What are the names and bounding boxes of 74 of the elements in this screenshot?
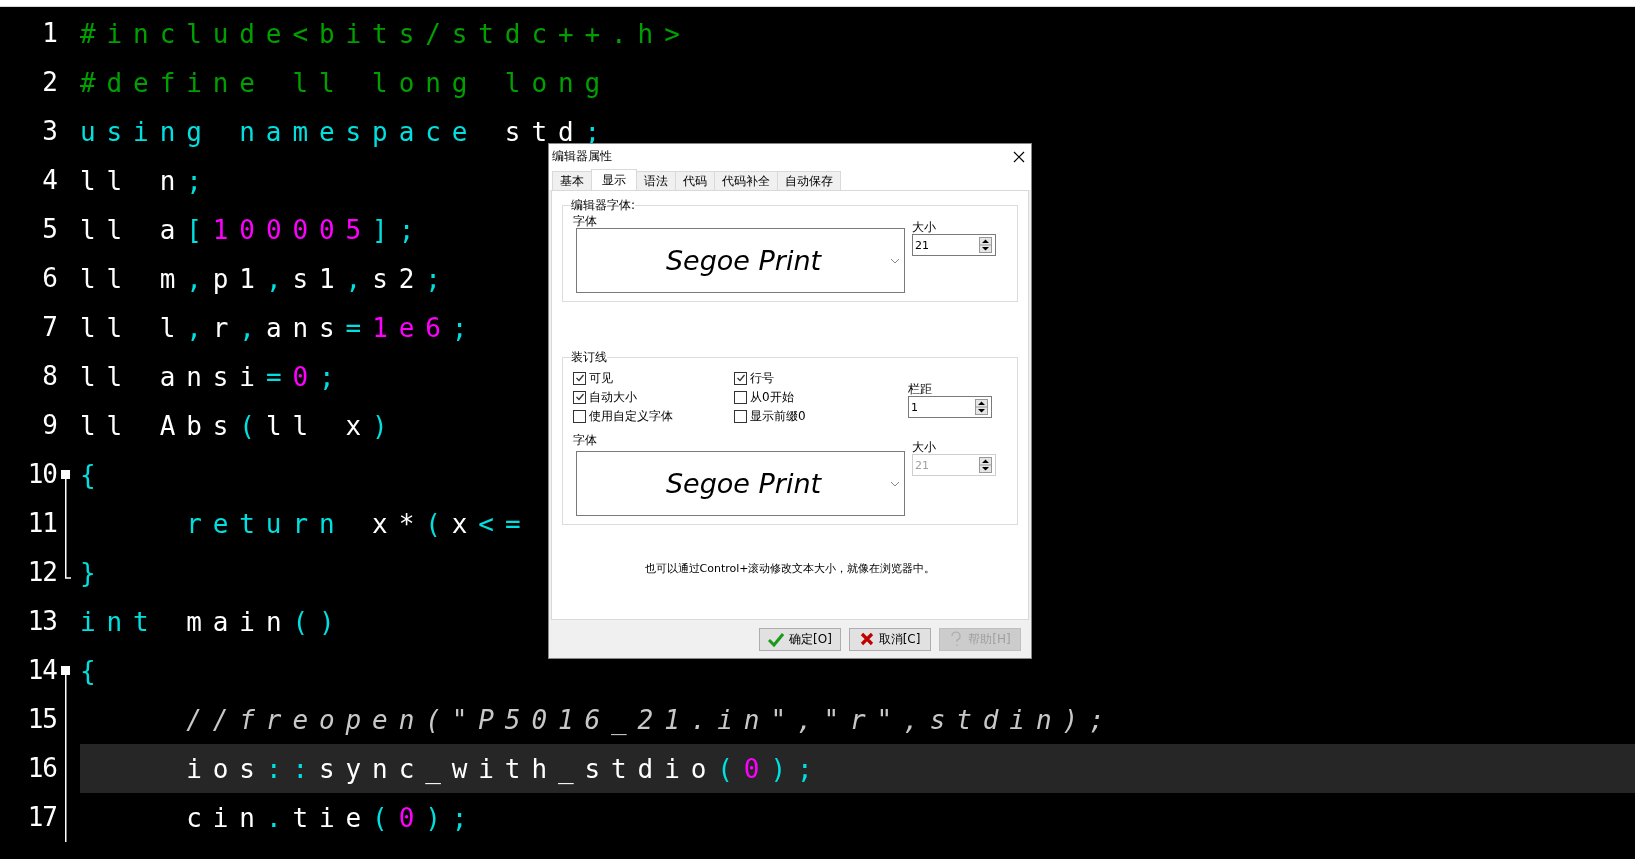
group-title: 装订线	[571, 349, 607, 366]
chevron-icon	[890, 480, 900, 487]
field-label: 字体	[573, 214, 598, 228]
tab[interactable]: 语法	[636, 171, 676, 190]
field-label: 栏距	[908, 382, 933, 396]
number-field[interactable]: 1	[908, 396, 992, 418]
code-line: #define ll long long	[80, 67, 612, 98]
tab[interactable]: 自动保存	[777, 171, 841, 190]
number-field[interactable]: 21	[912, 234, 996, 256]
code-line: ll m,p1,s1,s2;	[80, 263, 452, 294]
line-number: 15	[26, 703, 57, 736]
checkbox[interactable]	[734, 390, 747, 404]
font-dropdown[interactable]: Segoe Print	[576, 451, 905, 516]
fold-end-line	[65, 548, 71, 579]
tab[interactable]: 代码	[675, 171, 715, 190]
code-line: ll l,r,ans=1e6;	[80, 312, 479, 343]
checkbox[interactable]	[734, 371, 747, 385]
checkbox-label: 使用自定义字体	[589, 407, 673, 425]
spin-arrows-icon[interactable]	[979, 237, 992, 253]
checkbox[interactable]	[573, 390, 586, 404]
code-line: {	[80, 655, 107, 686]
spin-arrows-icon[interactable]	[975, 399, 988, 415]
line-number: 2	[41, 66, 57, 99]
code-line: #include<bits/stdc++.h>	[80, 18, 691, 49]
checkbox-label: 行号	[750, 369, 774, 387]
code-line: cin.tie(0);	[185, 802, 479, 833]
line-number: 10	[26, 458, 57, 491]
line-number: 5	[41, 213, 57, 246]
line-number: 1	[41, 17, 57, 50]
field-label: 大小	[912, 440, 937, 454]
code-line: ll Abs(ll x)	[80, 410, 399, 441]
code-line: }	[80, 557, 107, 588]
dialog-button[interactable]: 确定[O]	[759, 627, 841, 651]
code-line: int main()	[80, 606, 346, 637]
line-number: 6	[41, 262, 57, 295]
font-dropdown[interactable]: Segoe Print	[576, 228, 905, 293]
line-number: 14	[26, 654, 57, 687]
line-number: 16	[26, 752, 57, 785]
group-title: 编辑器字体:	[571, 197, 636, 214]
dialog-title: 编辑器属性	[552, 148, 612, 165]
code-line: ll a[100005];	[80, 214, 426, 245]
line-number: 9	[41, 409, 57, 442]
line-number: 7	[41, 311, 57, 344]
checkbox-label: 自动大小	[589, 388, 637, 406]
close-icon[interactable]	[1013, 150, 1025, 163]
chevron-icon	[890, 257, 900, 264]
fold-guide-line	[65, 499, 67, 548]
line-number: 12	[26, 556, 57, 589]
line-number: 13	[26, 605, 57, 638]
checkbox-label: 可见	[589, 369, 613, 387]
line-number: 11	[26, 507, 57, 540]
x-mark-icon	[859, 632, 874, 646]
tab[interactable]: 代码补全	[714, 171, 778, 190]
code-line: ll n;	[80, 165, 213, 196]
checkbox-label: 显示前缀0	[750, 407, 806, 425]
line-number: 3	[41, 115, 57, 148]
tab[interactable]: 基本	[552, 171, 592, 190]
line-number: 8	[41, 360, 57, 393]
dialog-button[interactable]: 取消[C]	[849, 627, 931, 651]
code-line: return x*(x<=	[185, 508, 532, 539]
question-mark-icon	[949, 631, 964, 647]
checkbox-label: 从0开始	[750, 388, 794, 406]
code-line: ios::sync_with_stdio(0);	[185, 753, 824, 784]
hint-text: 也可以通过Control+滚动修改文本大小，就像在浏览器中。	[643, 561, 937, 576]
code-line: {	[80, 459, 107, 490]
code-line: ll ansi=0;	[80, 361, 346, 392]
check-icon	[768, 631, 785, 647]
checkbox[interactable]	[573, 371, 586, 385]
line-number: 17	[26, 801, 57, 834]
line-number: 4	[41, 164, 57, 197]
code-line: //freopen("P5016_21.in","r",stdin);	[185, 704, 1116, 735]
checkbox[interactable]	[573, 409, 586, 423]
checkbox[interactable]	[734, 409, 747, 423]
field-label: 大小	[912, 220, 937, 234]
